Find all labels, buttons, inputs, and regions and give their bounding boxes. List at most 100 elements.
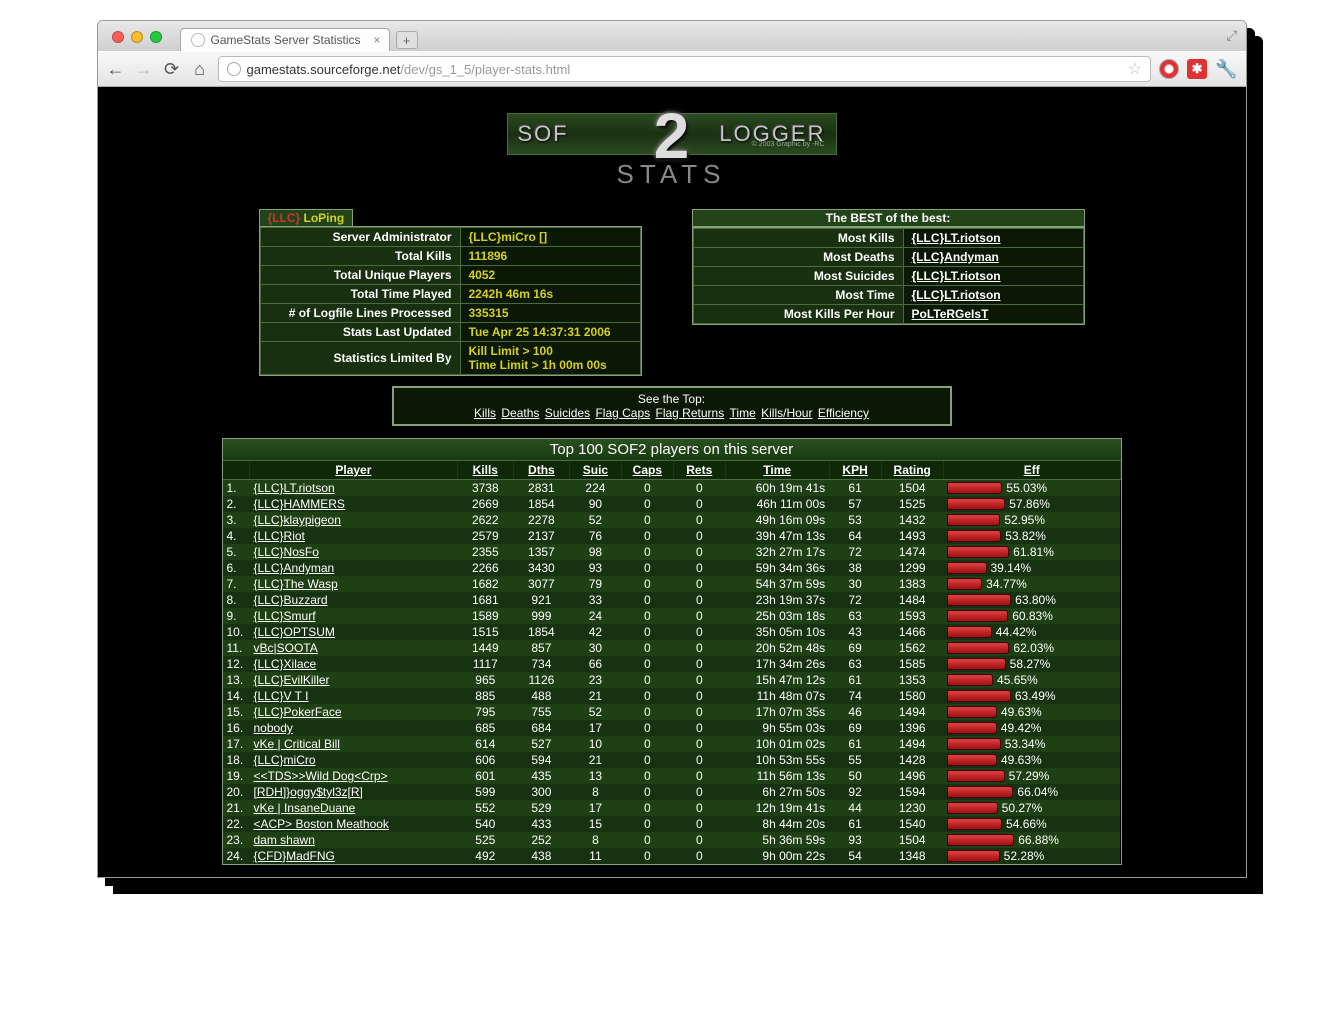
see-top-link[interactable]: Flag Caps [595,406,650,420]
settings-wrench-icon[interactable]: 🔧 [1215,59,1237,80]
player-link[interactable]: {LLC}Andyman [254,561,335,575]
best-value: {LLC}Andyman [903,248,1083,267]
table-row: 5.{LLC}NosFo23551357980032h 27m 17s72147… [223,544,1121,560]
player-link[interactable]: vKe | InsaneDuane [254,801,356,815]
player-link[interactable]: {LLC}V T I [254,689,309,703]
efficiency-bar [947,498,1005,510]
minimize-window-button[interactable] [131,31,143,43]
see-top-link[interactable]: Efficiency [818,406,869,420]
table-row: 4.{LLC}Riot25792137760039h 47m 13s641493… [223,528,1121,544]
player-link[interactable]: {LLC}klaypigeon [254,513,341,527]
table-row: 3.{LLC}klaypigeon26222278520049h 16m 09s… [223,512,1121,528]
page-viewport[interactable]: SOF LOGGER 2 © 2003 Graphic by -RC STATS… [98,87,1246,877]
table-row: 14.{LLC}V T I885488210011h 48m 07s741580… [223,688,1121,704]
see-top-link[interactable]: Time [730,406,756,420]
best-player-link[interactable]: {LLC}Andyman [912,250,999,264]
address-bar[interactable]: gamestats.sourceforge.net/dev/gs_1_5/pla… [218,56,1152,82]
table-row: 10.{LLC}OPTSUM15151854420035h 05m 10s431… [223,624,1121,640]
table-header[interactable]: Eff [943,461,1120,480]
player-link[interactable]: <ACP> Boston Meathook [254,817,389,831]
efficiency-bar [947,482,1002,494]
player-link[interactable]: {LLC}Smurf [254,609,316,623]
back-button[interactable]: ← [106,59,126,80]
player-link[interactable]: {CFD}MadFNG [254,849,335,863]
player-link[interactable]: <<TDS>>Wild Dog<Crp> [254,769,388,783]
table-row: 23.dam shawn5252528005h 36m 59s93150466.… [223,832,1121,848]
table-header[interactable]: Rating [881,461,943,480]
extension-icon-2[interactable]: ✱ [1187,59,1207,79]
best-player-link[interactable]: {LLC}LT.riotson [912,269,1001,283]
table-row: 22.<ACP> Boston Meathook54043315008h 44m… [223,816,1121,832]
reload-button[interactable]: ⟳ [162,59,182,80]
efficiency-bar [947,818,1002,830]
table-row: 6.{LLC}Andyman22663430930059h 34m 36s381… [223,560,1121,576]
player-link[interactable]: {LLC}Riot [254,529,305,543]
bookmark-star-icon[interactable]: ☆ [1128,59,1142,79]
efficiency-bar [947,770,1004,782]
home-button[interactable]: ⌂ [190,59,210,80]
see-top-link[interactable]: Kills/Hour [761,406,812,420]
player-link[interactable]: {LLC}NosFo [254,545,319,559]
new-tab-button[interactable]: + [396,31,418,49]
best-label: Most Kills [693,229,903,248]
efficiency-value: 49.63% [1001,705,1042,719]
extension-icon-1[interactable] [1159,59,1179,79]
efficiency-value: 66.88% [1018,833,1059,847]
table-header[interactable]: Caps [621,461,673,480]
table-header[interactable]: Dths [513,461,569,480]
table-row: 16.nobody68568417009h 55m 03s69139649.42… [223,720,1121,736]
best-value: {LLC}LT.riotson [903,229,1083,248]
see-top-link[interactable]: Kills [474,406,496,420]
best-player-link[interactable]: PoLTeRGeIsT [912,307,989,321]
best-player-link[interactable]: {LLC}LT.riotson [912,231,1001,245]
players-table: Top 100 SOF2 players on this server Play… [222,438,1122,865]
zoom-window-button[interactable] [150,31,162,43]
table-header[interactable]: Player [250,461,458,480]
player-link[interactable]: {LLC}OPTSUM [254,625,335,639]
player-link[interactable]: dam shawn [254,833,315,847]
player-link[interactable]: [RDH]}oggy$tyl3z[R] [254,785,363,799]
table-row: 1.{LLC}LT.riotson373828312240060h 19m 41… [223,480,1121,497]
table-row: 9.{LLC}Smurf1589999240025h 03m 18s631593… [223,608,1121,624]
player-link[interactable]: {LLC}PokerFace [254,705,342,719]
player-link[interactable]: {LLC}The Wasp [254,577,338,591]
player-link[interactable]: {LLC}Xilace [254,657,317,671]
best-label: Most Kills Per Hour [693,305,903,324]
efficiency-bar [947,738,1000,750]
browser-toolbar: ← → ⟳ ⌂ gamestats.sourceforge.net/dev/gs… [98,51,1246,87]
browser-tab[interactable]: GameStats Server Statistics × [180,28,390,51]
best-label: Most Deaths [693,248,903,267]
player-link[interactable]: {LLC}HAMMERS [254,497,345,511]
best-player-link[interactable]: {LLC}LT.riotson [912,288,1001,302]
table-header[interactable]: Suic [569,461,621,480]
efficiency-value: 57.86% [1009,497,1050,511]
server-info-value: 111896 [460,247,640,266]
tab-title: GameStats Server Statistics [211,33,361,47]
see-top-box: See the Top: Kills Deaths Suicides Flag … [392,386,952,426]
efficiency-value: 49.63% [1001,753,1042,767]
table-row: 19.<<TDS>>Wild Dog<Crp>601435130011h 56m… [223,768,1121,784]
player-link[interactable]: vKe | Critical Bill [254,737,340,751]
tab-close-icon[interactable]: × [374,33,381,47]
see-top-link[interactable]: Deaths [501,406,539,420]
player-link[interactable]: {LLC}miCro [254,753,316,767]
see-top-link[interactable]: Flag Returns [656,406,725,420]
server-info-label: Total Unique Players [260,266,460,285]
close-window-button[interactable] [112,31,124,43]
player-link[interactable]: {LLC}Buzzard [254,593,328,607]
player-link[interactable]: nobody [254,721,293,735]
table-header[interactable]: Kills [457,461,513,480]
efficiency-value: 58.27% [1010,657,1051,671]
table-header[interactable]: Time [725,461,829,480]
player-link[interactable]: {LLC}LT.riotson [254,481,335,495]
see-top-link[interactable]: Suicides [545,406,590,420]
efficiency-bar [947,802,997,814]
table-header[interactable]: Rets [673,461,725,480]
server-info-label: Total Kills [260,247,460,266]
player-link[interactable]: vBc|SOOTA [254,641,318,655]
player-link[interactable]: {LLC}EvilKiller [254,673,330,687]
table-header[interactable]: KPH [829,461,881,480]
maximize-icon[interactable]: ⤢ [1226,27,1237,44]
server-info-label: Stats Last Updated [260,323,460,342]
table-row: 11.vBc|SOOTA1449857300020h 52m 48s691562… [223,640,1121,656]
